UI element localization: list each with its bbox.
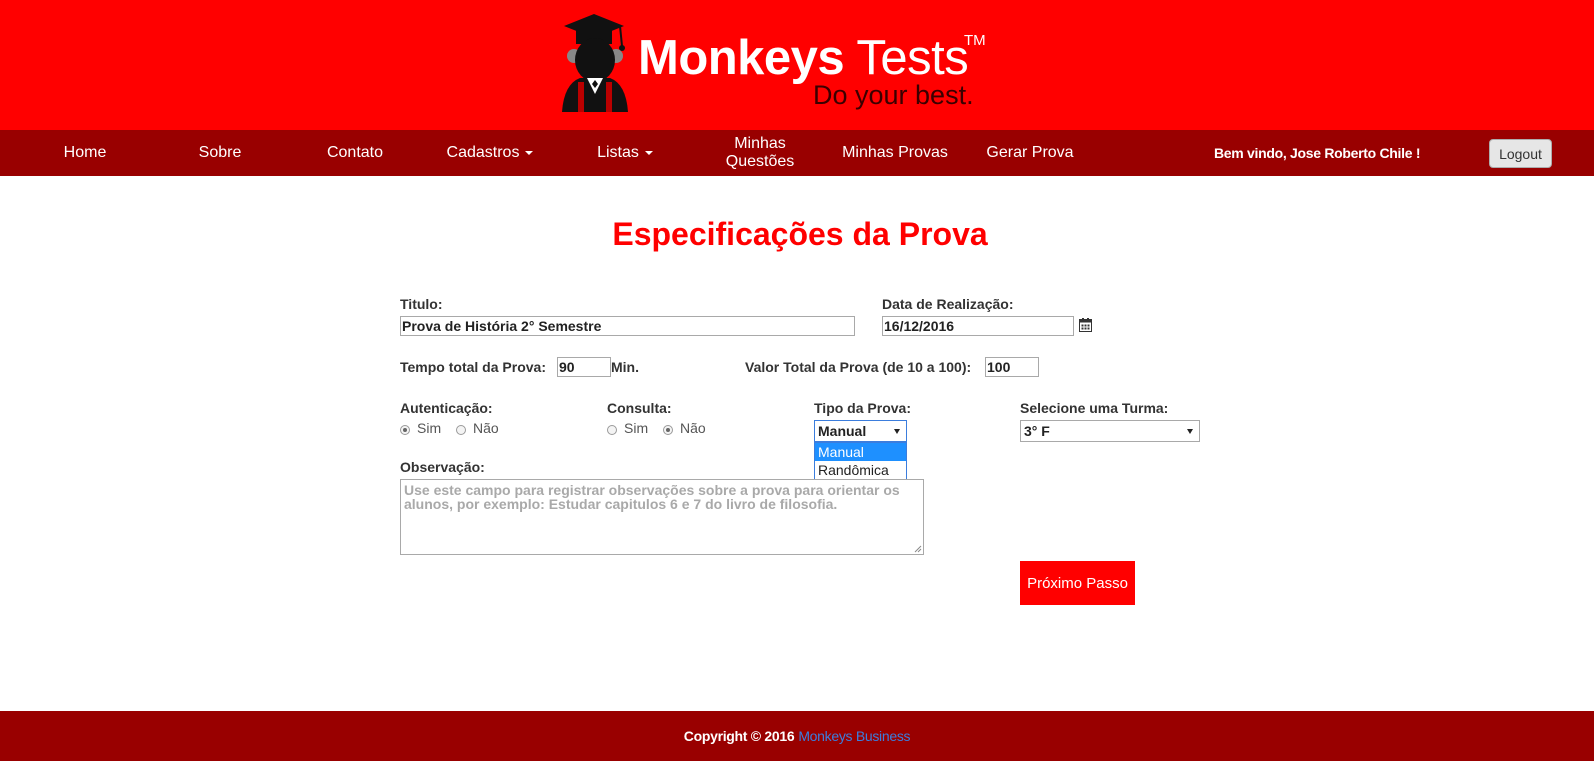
welcome-message: Bem vindo, Jose Roberto Chile !: [1214, 145, 1421, 161]
brand-logo[interactable]: Monkeys Tests TM Do your best.: [560, 12, 1000, 116]
nav-sobre[interactable]: Sobre: [175, 130, 265, 176]
turma-select[interactable]: 3° F: [1020, 420, 1200, 442]
autenticacao-label: Autenticação:: [400, 400, 493, 416]
header: Monkeys Tests TM Do your best.: [0, 0, 1594, 130]
caret-down-icon: [525, 151, 534, 155]
resize-handle-icon[interactable]: [914, 545, 922, 553]
nav-listas-label: Listas: [597, 144, 639, 161]
company-link[interactable]: Monkeys Business: [798, 728, 910, 744]
nav-minhas-questoes[interactable]: Minhas Questões: [710, 130, 810, 176]
nav-minhas-provas-label: Minhas Provas: [842, 144, 948, 161]
turma-label: Selecione uma Turma:: [1020, 400, 1169, 416]
calendar-icon[interactable]: [1079, 318, 1092, 332]
nav-cadastros-label: Cadastros: [446, 144, 520, 161]
option-randomica[interactable]: Randômica: [815, 461, 906, 479]
nav-minhas-provas[interactable]: Minhas Provas: [835, 130, 955, 176]
tipo-prova-label: Tipo da Prova:: [814, 400, 911, 416]
valor-total-input[interactable]: [985, 357, 1039, 377]
brand-tagline: Do your best.: [813, 80, 974, 110]
footer: Copyright © 2016 Monkeys Business: [0, 711, 1594, 761]
valor-total-label: Valor Total da Prova (de 10 a 100):: [745, 359, 972, 375]
titulo-input[interactable]: [400, 316, 855, 336]
option-manual[interactable]: Manual: [815, 443, 906, 461]
autenticacao-nao-radio[interactable]: [456, 425, 466, 435]
tempo-total-input[interactable]: [557, 357, 611, 377]
tipo-prova-selected-value: Manual: [818, 423, 867, 439]
data-realizacao-input[interactable]: [882, 316, 1074, 336]
autenticacao-sim-label: Sim: [417, 420, 442, 436]
tipo-prova-options: Manual Randômica: [814, 442, 907, 480]
nav-gerar-prova[interactable]: Gerar Prova: [975, 130, 1085, 176]
consulta-sim-label: Sim: [624, 420, 649, 436]
nav-sobre-label: Sobre: [198, 144, 242, 161]
copyright-text: Copyright © 2016: [683, 728, 795, 744]
nav-listas-dropdown[interactable]: Listas: [575, 130, 675, 176]
tipo-prova-select[interactable]: Manual: [814, 420, 907, 442]
titulo-label: Titulo:: [400, 296, 443, 312]
turma-selected-value: 3° F: [1024, 423, 1050, 439]
consulta-nao-radio[interactable]: [663, 425, 673, 435]
consulta-nao-label: Não: [680, 420, 706, 436]
nav-minhas-questoes-label-line2: Questões: [725, 153, 795, 170]
nav-contato[interactable]: Contato: [310, 130, 400, 176]
dropdown-arrow-icon: [894, 429, 900, 434]
page-title: Especificações da Prova: [612, 216, 988, 252]
nav-home[interactable]: Home: [40, 130, 130, 176]
autenticacao-nao-label: Não: [473, 420, 499, 436]
autenticacao-sim-radio[interactable]: [400, 425, 410, 435]
trademark-mark: TM: [964, 32, 986, 49]
nav-gerar-prova-label: Gerar Prova: [986, 144, 1074, 161]
nav-cadastros-dropdown[interactable]: Cadastros: [440, 130, 540, 176]
proximo-passo-button[interactable]: Próximo Passo: [1020, 561, 1135, 605]
nav-minhas-questoes-label-line1: Minhas: [734, 135, 786, 152]
dropdown-arrow-icon: [1187, 429, 1193, 434]
observacao-placeholder: Use este campo para registrar observaçõe…: [404, 482, 900, 512]
observacao-textarea[interactable]: Use este campo para registrar observaçõe…: [400, 479, 924, 555]
nav-contato-label: Contato: [326, 144, 384, 161]
logout-button[interactable]: Logout: [1489, 139, 1552, 168]
consulta-label: Consulta:: [607, 400, 672, 416]
main-navbar: Home Sobre Contato Cadastros Listas Minh…: [0, 130, 1594, 176]
brand-name: Monkeys Tests: [638, 31, 969, 85]
tempo-total-label: Tempo total da Prova:: [400, 359, 546, 375]
data-realizacao-label: Data de Realização:: [882, 296, 1014, 312]
caret-down-icon: [644, 151, 653, 155]
observacao-label: Observação:: [400, 459, 485, 475]
consulta-sim-radio[interactable]: [607, 425, 617, 435]
tempo-unit-label: Min.: [611, 359, 639, 375]
graduate-monkey-icon: [562, 14, 628, 112]
nav-home-label: Home: [63, 144, 107, 161]
